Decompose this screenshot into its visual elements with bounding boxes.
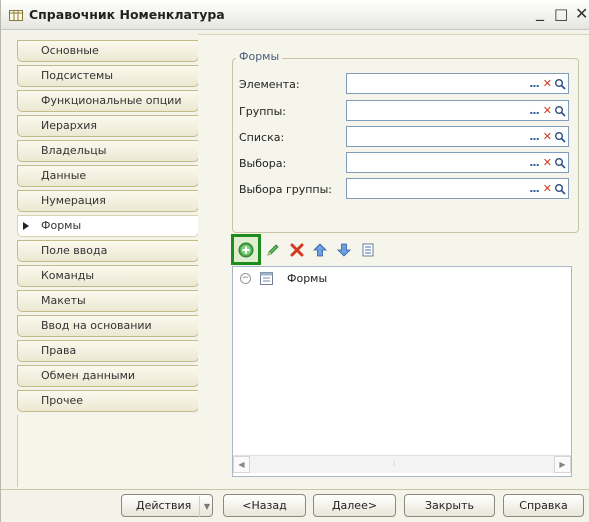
field-label: Выбора группы: — [239, 183, 333, 196]
sidebar-item-label: Макеты — [41, 294, 86, 307]
catalog-table-icon — [9, 10, 23, 21]
add-icon[interactable] — [238, 242, 254, 258]
tree-item-forms[interactable]: Формы — [287, 272, 327, 285]
clear-icon[interactable]: ✕ — [543, 104, 552, 117]
form-select-field[interactable]: ... ✕ — [346, 152, 569, 173]
search-icon[interactable] — [554, 78, 566, 90]
sidebar-item[interactable]: Владельцы — [17, 140, 199, 162]
form-select-field[interactable]: ... ✕ — [346, 126, 569, 147]
sidebar-item[interactable]: Команды — [17, 265, 199, 287]
scroll-right-arrow-icon[interactable]: ▶ — [554, 456, 571, 473]
sidebar-item[interactable]: Подсистемы — [17, 65, 199, 87]
next-button[interactable]: Далее> — [313, 494, 396, 517]
sidebar-item[interactable]: Ввод на основании — [17, 315, 199, 337]
sidebar-item[interactable]: Обмен данными — [17, 365, 199, 387]
close-button[interactable]: Закрыть — [404, 494, 495, 517]
sidebar-item[interactable]: Формы — [17, 215, 199, 237]
horizontal-scrollbar[interactable]: ◀ ⁞ ▶ — [233, 455, 571, 473]
clear-icon[interactable]: ✕ — [543, 130, 552, 143]
sidebar-empty-area — [17, 415, 199, 487]
field-buttons: ... ✕ — [512, 179, 568, 198]
sidebar-item-label: Поле ввода — [41, 244, 108, 257]
chevron-down-icon: ▼ — [198, 496, 210, 517]
select-button[interactable]: ... — [529, 130, 540, 143]
form-icon — [260, 272, 273, 285]
search-icon[interactable] — [554, 157, 566, 169]
sidebar-item-label: Обмен данными — [41, 369, 136, 382]
sidebar-item-label: Данные — [41, 169, 87, 182]
help-button[interactable]: Справка — [503, 494, 584, 517]
field-label: Списка: — [239, 131, 285, 144]
field-buttons: ... ✕ — [512, 127, 568, 146]
sidebar-item-label: Нумерация — [41, 194, 106, 207]
maximize-button[interactable]: □ — [554, 5, 568, 23]
select-button[interactable]: ... — [529, 77, 540, 90]
sidebar-item[interactable]: Поле ввода — [17, 240, 199, 262]
sidebar-item[interactable]: Макеты — [17, 290, 199, 312]
title-bar: Справочник Номенклатура _ □ ✕ — [1, 0, 589, 30]
sidebar-item-label: Иерархия — [41, 119, 97, 132]
sidebar-item-label: Функциональные опции — [41, 94, 182, 107]
sidebar-item-label: Команды — [41, 269, 95, 282]
field-buttons: ... ✕ — [512, 101, 568, 120]
sidebar-item-label: Подсистемы — [41, 69, 114, 82]
actions-label: Действия — [136, 499, 192, 512]
search-icon[interactable] — [554, 105, 566, 117]
field-label: Выбора: — [239, 157, 287, 170]
clear-icon[interactable]: ✕ — [543, 182, 552, 195]
scroll-grip-icon: ⁞ — [393, 460, 396, 468]
field-label: Элемента: — [239, 78, 300, 91]
active-tab-arrow-icon — [23, 222, 29, 230]
form-select-field[interactable]: ... ✕ — [346, 100, 569, 121]
select-button[interactable]: ... — [529, 156, 540, 169]
sidebar-item-label: Формы — [41, 219, 82, 232]
sidebar-item[interactable]: Прочее — [17, 390, 199, 412]
form-select-field[interactable]: ... ✕ — [346, 178, 569, 199]
sidebar-item-label: Владельцы — [41, 144, 107, 157]
forms-group-title: Формы — [236, 50, 283, 63]
sidebar-item[interactable]: Данные — [17, 165, 199, 187]
delete-icon[interactable] — [289, 242, 305, 258]
clear-icon[interactable]: ✕ — [543, 156, 552, 169]
scroll-left-arrow-icon[interactable]: ◀ — [233, 456, 250, 473]
sidebar-item-label: Права — [41, 344, 77, 357]
clear-icon[interactable]: ✕ — [543, 77, 552, 90]
sidebar-item[interactable]: Основные — [17, 40, 199, 62]
tree-collapse-toggle[interactable]: − — [240, 273, 251, 284]
sidebar-item-label: Ввод на основании — [41, 319, 152, 332]
actions-dropdown-button[interactable]: Действия ▼ — [121, 494, 213, 517]
move-up-icon[interactable] — [312, 242, 328, 258]
window-title: Справочник Номенклатура — [29, 7, 225, 22]
sidebar-item-label: Основные — [41, 44, 99, 57]
sidebar-item[interactable]: Права — [17, 340, 199, 362]
sidebar-item[interactable]: Иерархия — [17, 115, 199, 137]
move-down-icon[interactable] — [336, 242, 352, 258]
search-icon[interactable] — [554, 183, 566, 195]
field-buttons: ... ✕ — [512, 153, 568, 172]
select-button[interactable]: ... — [529, 182, 540, 195]
sidebar-item-label: Прочее — [41, 394, 84, 407]
minimize-button[interactable]: _ — [536, 3, 544, 21]
sidebar-item[interactable]: Функциональные опции — [17, 90, 199, 112]
field-label: Группы: — [239, 105, 286, 118]
dialog-window: Справочник Номенклатура _ □ ✕ Основные По… — [0, 0, 589, 522]
search-icon[interactable] — [554, 131, 566, 143]
select-button[interactable]: ... — [529, 104, 540, 117]
sidebar-item[interactable]: Нумерация — [17, 190, 199, 212]
form-select-field[interactable]: ... ✕ — [346, 73, 569, 94]
back-button[interactable]: <Назад — [223, 494, 306, 517]
field-buttons: ... ✕ — [512, 74, 568, 93]
properties-icon[interactable] — [360, 242, 376, 258]
forms-tree[interactable] — [232, 266, 572, 477]
close-window-button[interactable]: ✕ — [575, 5, 588, 23]
edit-pencil-icon[interactable] — [265, 242, 281, 258]
